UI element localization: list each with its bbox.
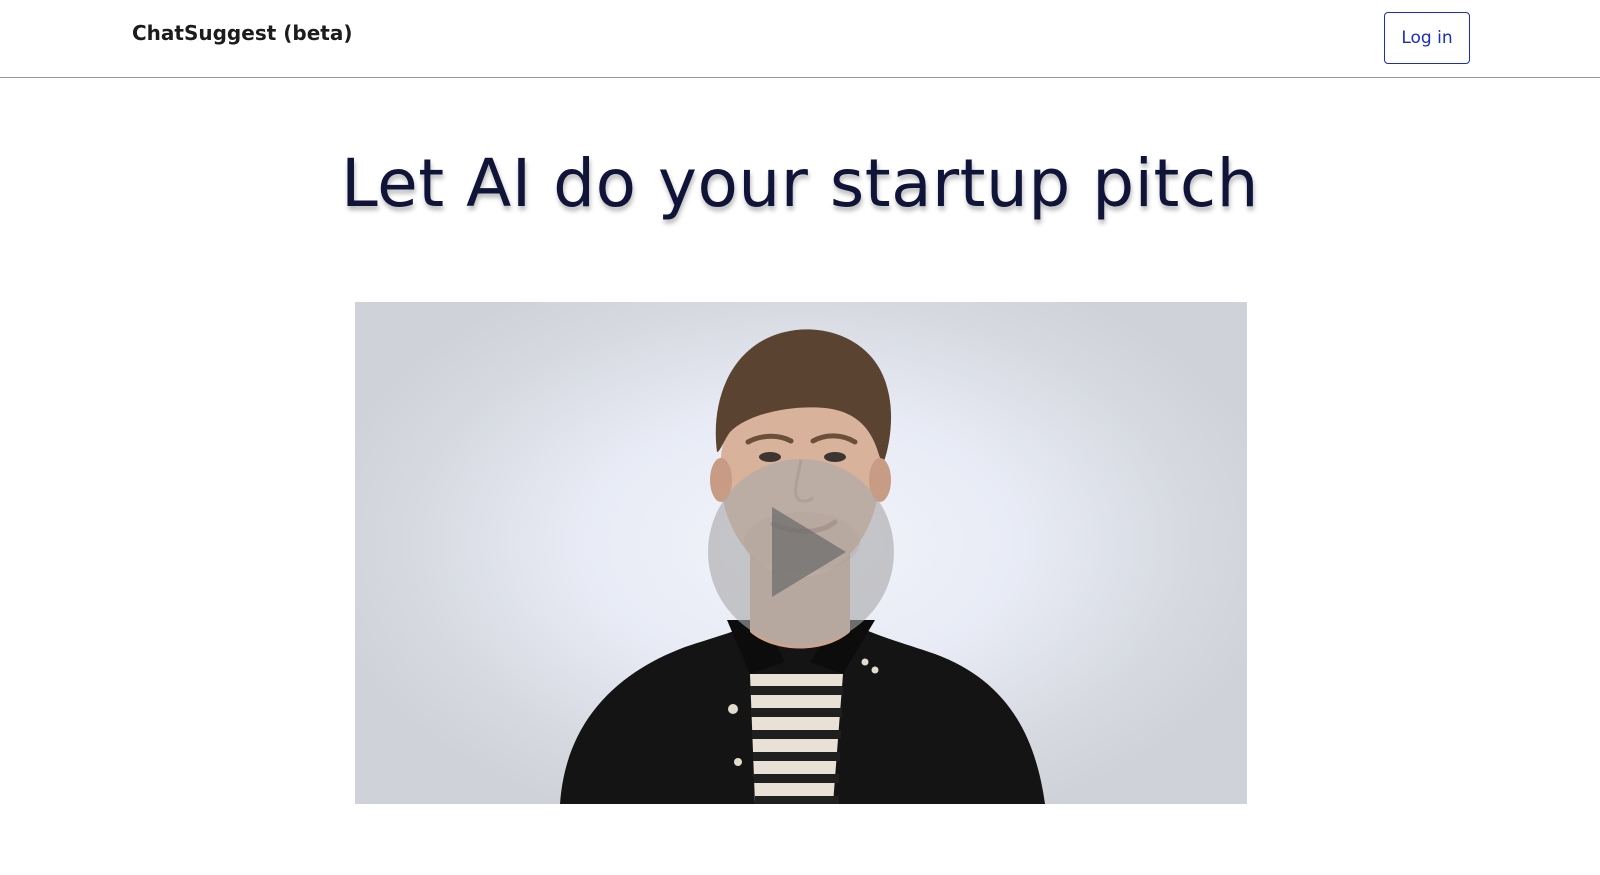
login-button[interactable]: Log in: [1384, 12, 1470, 64]
play-button[interactable]: [708, 459, 894, 645]
play-icon: [772, 507, 846, 597]
presenter-tshirt: [750, 674, 843, 804]
brand-name[interactable]: ChatSuggest (beta): [132, 21, 352, 45]
video-player[interactable]: [355, 302, 1247, 804]
page-headline: Let AI do your startup pitch: [341, 145, 1259, 222]
site-header: ChatSuggest (beta) Log in: [0, 0, 1600, 78]
